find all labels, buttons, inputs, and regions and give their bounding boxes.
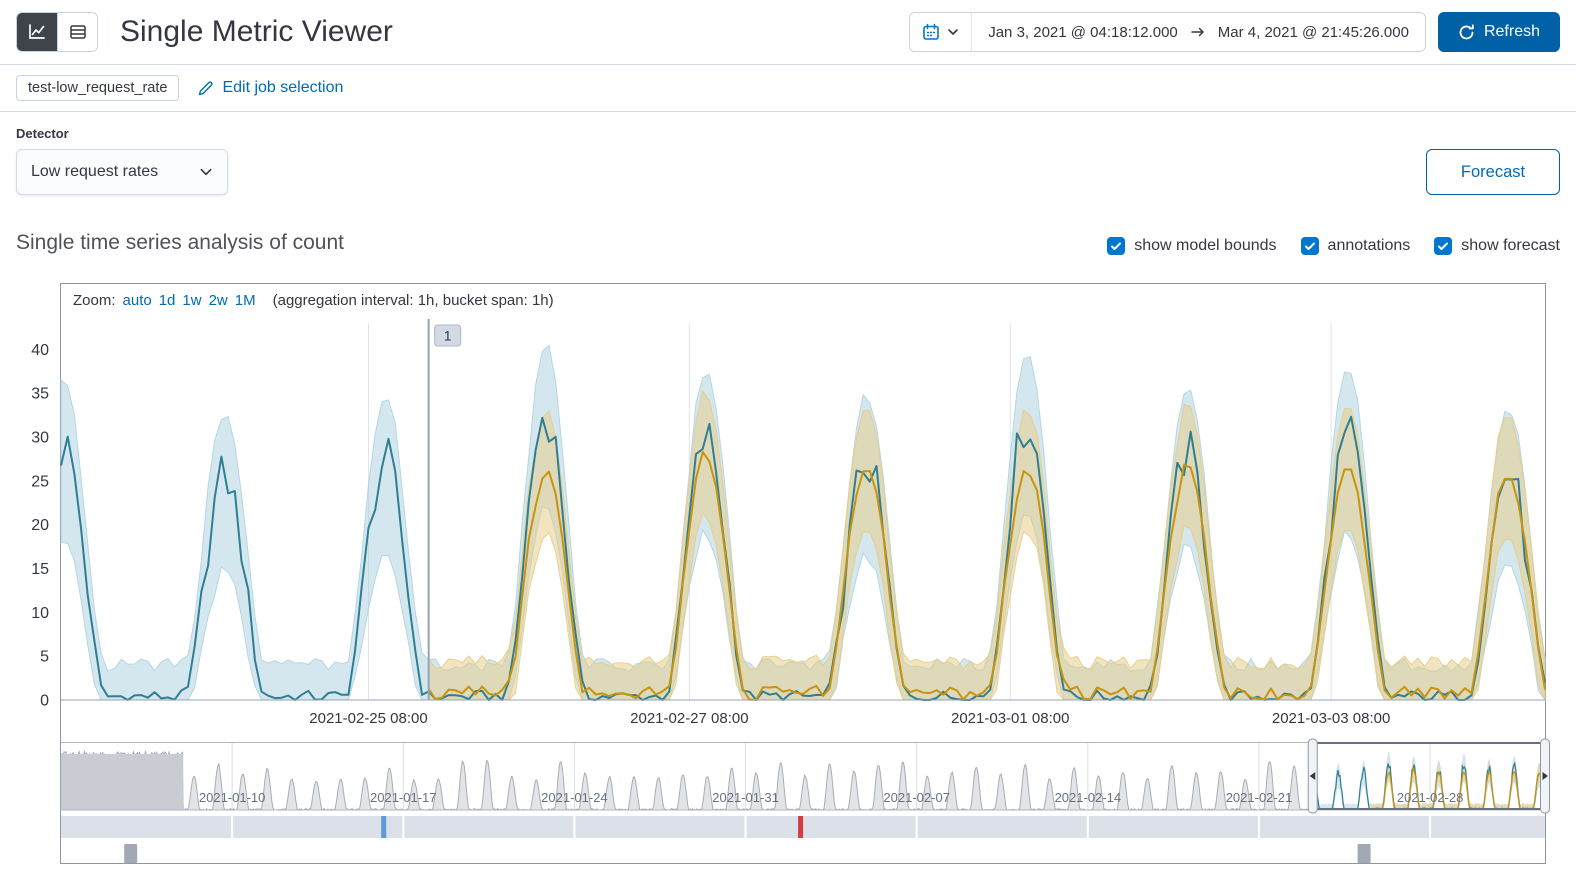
zoom-bar: Zoom: auto 1d 1w 2w 1M (aggregation inte… [61, 284, 1545, 317]
refresh-icon [1459, 23, 1474, 39]
checkbox-checked-icon [1107, 237, 1126, 255]
svg-text:2021-02-21: 2021-02-21 [1226, 790, 1293, 805]
job-selection-bar: test-low_request_rate Edit job selection [0, 65, 1576, 111]
end-date[interactable]: Mar 4, 2021 @ 21:45:26.000 [1218, 24, 1409, 41]
aggregation-info: (aggregation interval: 1h, bucket span: … [272, 292, 554, 309]
anomaly-cell-critical[interactable] [798, 816, 804, 838]
date-picker-menu-button[interactable] [910, 13, 973, 51]
edit-job-selection-label: Edit job selection [222, 79, 344, 96]
calendar-icon [923, 23, 940, 40]
show-model-bounds-checkbox[interactable]: show model bounds [1107, 237, 1277, 255]
chart-line-icon [29, 24, 45, 39]
svg-text:2021-03-01 08:00: 2021-03-01 08:00 [951, 710, 1069, 727]
page-header: Single Metric Viewer Jan 3, 2021 @ 04:18… [0, 0, 1576, 64]
timeseries-chart-panel: Zoom: auto 1d 1w 2w 1M (aggregation inte… [31, 283, 1550, 864]
detector-select-value: Low request rates [31, 163, 159, 180]
svg-text:20: 20 [31, 517, 49, 534]
main-chart-svg[interactable]: 105101520253035402021-02-25 08:00 2021-02… [31, 317, 1546, 742]
series-header: Single time series analysis of count sho… [16, 231, 1560, 255]
data-table-icon [69, 25, 86, 39]
svg-text:2021-01-31: 2021-01-31 [712, 790, 779, 805]
svg-text:35: 35 [31, 386, 49, 403]
svg-text:2021-02-25 08:00: 2021-02-25 08:00 [309, 710, 427, 727]
svg-text:1: 1 [444, 328, 452, 344]
page-title: Single Metric Viewer [120, 15, 393, 48]
svg-text:2021-02-27 08:00: 2021-02-27 08:00 [630, 710, 748, 727]
refresh-label: Refresh [1483, 23, 1540, 40]
svg-text:5: 5 [40, 649, 49, 666]
arrow-right-icon [1191, 27, 1204, 37]
svg-text:30: 30 [31, 429, 49, 446]
svg-text:2021-01-24: 2021-01-24 [541, 790, 608, 805]
job-badge: test-low_request_rate [16, 75, 180, 101]
context-plateau [62, 754, 184, 810]
annotation-marker[interactable] [124, 844, 138, 863]
zoom-1d-link[interactable]: 1d [159, 292, 176, 309]
detector-section: Detector Low request rates Forecast [0, 112, 1576, 195]
svg-text:2021-01-10: 2021-01-10 [199, 790, 265, 805]
context-chart-svg[interactable]: 2021-01-10 2021-01-17 2021-01-24 2021-01-31… [60, 738, 1550, 863]
refresh-button[interactable]: Refresh [1437, 12, 1560, 52]
show-model-bounds-label: show model bounds [1134, 237, 1277, 254]
svg-text:10: 10 [31, 605, 49, 622]
svg-text:25: 25 [31, 473, 49, 490]
zoom-1M-link[interactable]: 1M [235, 292, 256, 309]
checkbox-checked-icon [1434, 237, 1453, 255]
svg-text:2021-03-03 08:00: 2021-03-03 08:00 [1272, 710, 1390, 727]
annotation-marker[interactable] [1357, 844, 1371, 863]
chevron-down-icon [948, 29, 959, 35]
svg-text:2021-02-14: 2021-02-14 [1055, 790, 1122, 805]
view-toggle [16, 12, 98, 52]
checkbox-checked-icon [1300, 237, 1319, 255]
chart-option-checkboxes: show model bounds annotations show forec… [1107, 237, 1560, 255]
zoom-auto-link[interactable]: auto [123, 292, 152, 309]
chart-view-button[interactable] [17, 13, 57, 51]
annotations-checkbox[interactable]: annotations [1300, 237, 1411, 255]
svg-text:0: 0 [40, 693, 49, 710]
pencil-icon [199, 80, 214, 95]
forecast-button[interactable]: Forecast [1426, 149, 1560, 195]
svg-text:15: 15 [31, 561, 49, 578]
start-date[interactable]: Jan 3, 2021 @ 04:18:12.000 [988, 24, 1178, 41]
date-range-display: Jan 3, 2021 @ 04:18:12.000 Mar 4, 2021 @… [972, 13, 1425, 51]
edit-job-selection-link[interactable]: Edit job selection [197, 79, 343, 97]
detector-label: Detector [16, 126, 69, 141]
chevron-down-icon [200, 168, 212, 176]
zoom-2w-link[interactable]: 2w [209, 292, 228, 309]
detector-select[interactable]: Low request rates [16, 149, 228, 195]
zoom-1w-link[interactable]: 1w [182, 292, 201, 309]
svg-text:2021-01-17: 2021-01-17 [370, 790, 437, 805]
show-forecast-checkbox[interactable]: show forecast [1434, 237, 1560, 255]
header-controls: Jan 3, 2021 @ 04:18:12.000 Mar 4, 2021 @… [909, 12, 1560, 52]
svg-text:40: 40 [31, 342, 49, 359]
show-forecast-label: show forecast [1461, 237, 1560, 254]
annotations-label: annotations [1327, 237, 1411, 254]
svg-text:2021-02-28: 2021-02-28 [1397, 790, 1464, 805]
svg-text:2021-02-07: 2021-02-07 [883, 790, 950, 805]
zoom-label: Zoom: [73, 292, 116, 309]
series-title: Single time series analysis of count [16, 231, 344, 254]
date-range-picker[interactable]: Jan 3, 2021 @ 04:18:12.000 Mar 4, 2021 @… [909, 12, 1426, 52]
anomaly-cell-warning[interactable] [381, 816, 387, 838]
table-view-button[interactable] [57, 13, 97, 51]
